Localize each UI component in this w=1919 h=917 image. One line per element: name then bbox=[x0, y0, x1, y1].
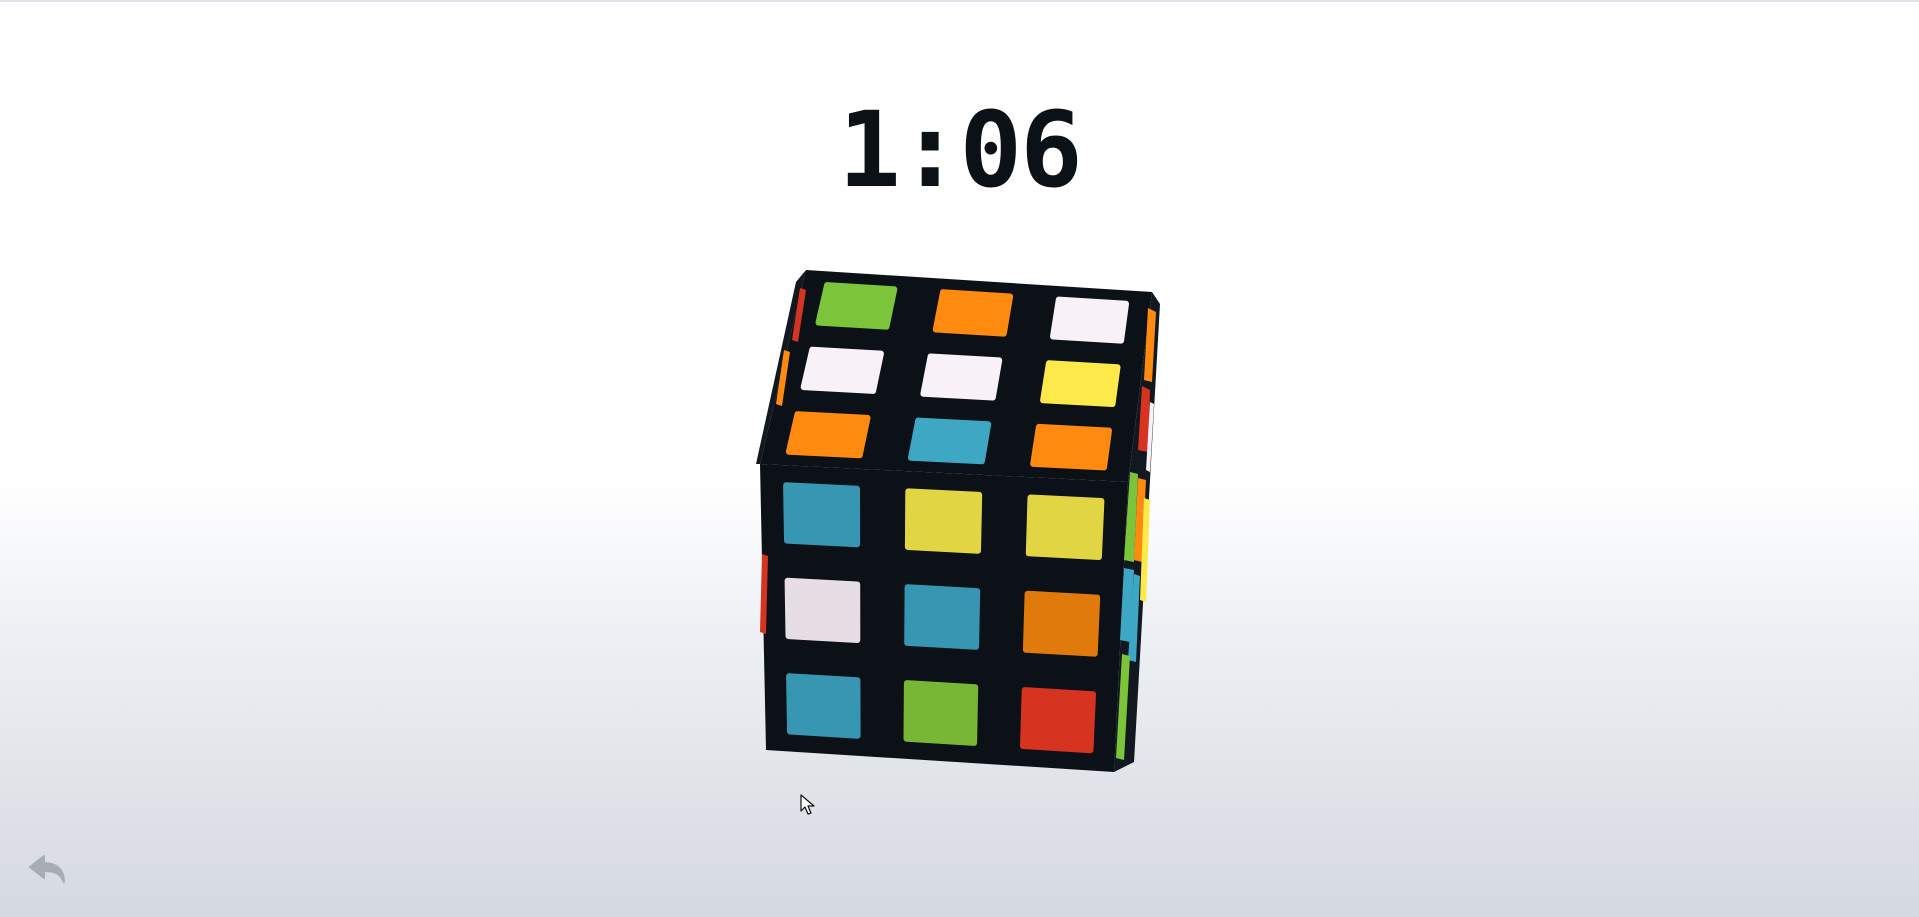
top-sticker-0-0[interactable] bbox=[815, 282, 898, 330]
front-sticker-0-2[interactable] bbox=[1025, 494, 1105, 560]
undo-arrow-icon bbox=[29, 855, 65, 883]
top-sticker-2-2[interactable] bbox=[1030, 423, 1112, 471]
front-sticker-2-1[interactable] bbox=[903, 680, 979, 746]
top-sticker-0-1[interactable] bbox=[932, 289, 1014, 337]
front-sticker-1-1[interactable] bbox=[904, 584, 981, 650]
top-sticker-0-2[interactable] bbox=[1050, 296, 1129, 344]
front-sticker-2-2[interactable] bbox=[1020, 687, 1096, 754]
front-sticker-0-0[interactable] bbox=[783, 482, 861, 548]
undo-button[interactable] bbox=[26, 850, 72, 890]
cube-top-face[interactable] bbox=[785, 282, 1129, 471]
top-sticker-2-1[interactable] bbox=[908, 417, 992, 465]
rubiks-cube[interactable] bbox=[0, 2, 1919, 917]
top-sticker-2-0[interactable] bbox=[785, 411, 871, 459]
mouse-cursor-icon bbox=[800, 794, 815, 815]
cube-front-face[interactable] bbox=[783, 482, 1105, 754]
top-sticker-1-0[interactable] bbox=[800, 346, 884, 394]
front-sticker-0-1[interactable] bbox=[904, 488, 983, 554]
top-sticker-1-1[interactable] bbox=[920, 353, 1003, 401]
game-stage: 1:06 bbox=[0, 0, 1919, 917]
front-sticker-2-0[interactable] bbox=[786, 673, 861, 739]
front-sticker-1-0[interactable] bbox=[784, 577, 861, 643]
front-sticker-1-2[interactable] bbox=[1022, 590, 1101, 657]
top-sticker-1-2[interactable] bbox=[1040, 360, 1121, 407]
